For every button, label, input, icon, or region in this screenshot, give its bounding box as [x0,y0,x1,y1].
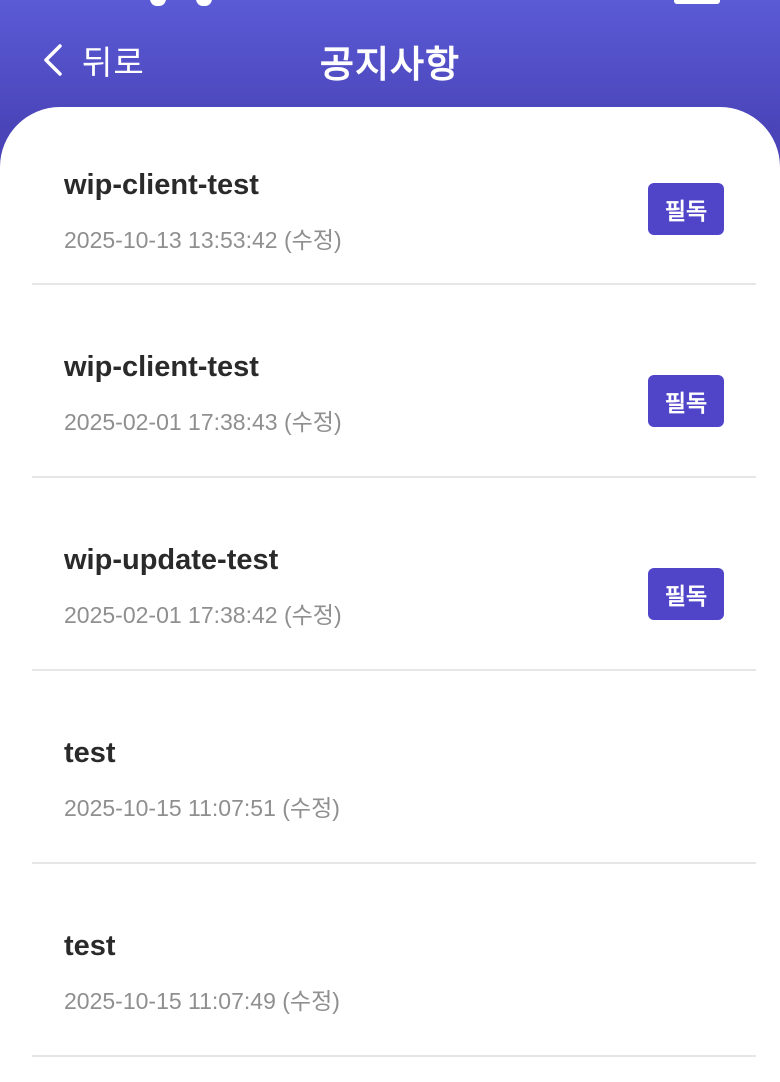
notice-list: wip-client-test 2025-10-13 13:53:42 (수정)… [0,107,780,1057]
notice-date: 2025-10-15 11:07:49 (수정) [64,988,340,1014]
notice-title: test [64,930,116,962]
battery-icon [674,0,720,4]
status-bar [0,0,780,18]
notice-date: 2025-02-01 17:38:42 (수정) [64,602,342,628]
notice-title: test [64,737,116,769]
notice-title: wip-update-test [64,544,279,576]
notice-list-panel: wip-client-test 2025-10-13 13:53:42 (수정)… [0,107,780,1082]
page-title: 공지사항 [319,43,461,86]
header: 뒤로 공지사항 [0,18,780,108]
notice-item[interactable]: wip-update-test 2025-02-01 17:38:42 (수정)… [32,478,756,671]
screen: 뒤로 공지사항 wip-client-test 2025-10-13 13:53… [0,0,780,1082]
notice-date: 2025-02-01 17:38:43 (수정) [64,409,342,435]
notice-item[interactable]: wip-client-test 2025-02-01 17:38:43 (수정)… [32,285,756,478]
status-icon [150,0,166,6]
notice-title: wip-client-test [64,351,259,383]
status-icon [196,0,212,6]
notice-item[interactable]: test 2025-10-15 11:07:49 (수정) [32,864,756,1057]
notice-item[interactable]: wip-client-test 2025-10-13 13:53:42 (수정)… [32,107,756,285]
pinned-badge: 필독 [648,568,724,620]
pinned-badge: 필독 [648,183,724,235]
notice-title: wip-client-test [64,169,259,201]
notice-item[interactable]: test 2025-10-15 11:07:51 (수정) [32,671,756,864]
notice-date: 2025-10-13 13:53:42 (수정) [64,227,342,253]
notice-date: 2025-10-15 11:07:51 (수정) [64,795,340,821]
pinned-badge: 필독 [648,375,724,427]
